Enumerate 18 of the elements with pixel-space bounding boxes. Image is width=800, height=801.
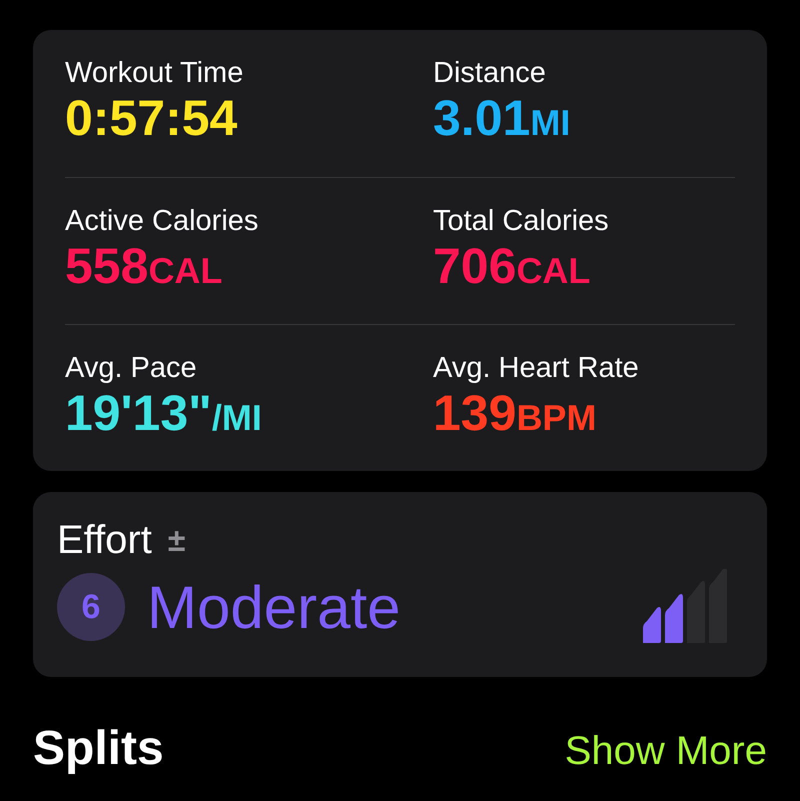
stat-value: 19'13"/MI	[65, 385, 263, 443]
show-more-link[interactable]: Show More	[564, 729, 767, 774]
stat-label: Active Calories	[65, 204, 260, 238]
stat-value: 0:57:54	[65, 90, 238, 146]
stat-value: 558CAL	[65, 238, 224, 296]
effort-rating: Moderate	[147, 572, 400, 642]
adjust-button[interactable]: ±	[168, 522, 186, 559]
stat-value: 139BPM	[433, 385, 598, 443]
stat-label: Avg. Pace	[65, 351, 198, 385]
stat-label: Total Calories	[433, 204, 610, 238]
effort-title: Effort	[57, 518, 152, 563]
stat-value: 3.01MI	[433, 90, 572, 148]
stat-label: Distance	[433, 56, 547, 90]
stat-label: Avg. Heart Rate	[433, 351, 640, 385]
stat-label: Workout Time	[65, 56, 244, 90]
effort-score: 6	[57, 573, 125, 641]
stat-value: 706CAL	[433, 238, 592, 296]
section-title: Splits	[33, 721, 164, 776]
